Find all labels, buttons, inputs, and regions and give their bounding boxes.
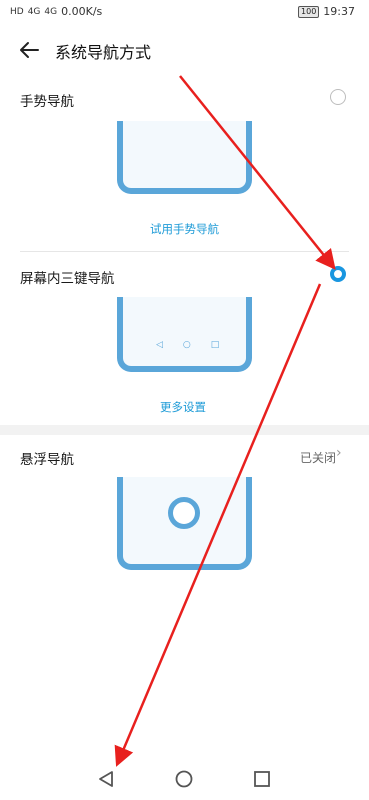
- mockup-back-icon: ◁: [156, 340, 163, 350]
- nav-back-button[interactable]: [92, 764, 122, 794]
- square-recent-icon: [254, 771, 270, 787]
- signal-icon-2: 4G: [44, 6, 58, 17]
- nav-recent-button[interactable]: [247, 764, 277, 794]
- three-key-nav-label: 屏幕内三键导航: [20, 271, 115, 287]
- circle-home-icon: [175, 770, 193, 788]
- arrow-left-icon: [20, 42, 39, 58]
- try-gesture-link[interactable]: 试用手势导航: [150, 221, 219, 237]
- status-bar-right: 100 19:37: [298, 5, 355, 18]
- gesture-nav-radio[interactable]: [330, 89, 346, 105]
- three-key-nav-radio[interactable]: [330, 266, 346, 282]
- network-speed: 0.00K/s: [61, 5, 103, 18]
- system-nav-bar: [0, 760, 369, 800]
- hd-icon: HD: [10, 6, 24, 17]
- floating-phone-mockup: [117, 477, 252, 570]
- signal-icon-1: 4G: [27, 6, 41, 17]
- status-bar: HD 4G 4G 0.00K/s 100 19:37: [0, 0, 369, 26]
- more-settings-link[interactable]: 更多设置: [160, 399, 206, 415]
- floating-nav-status: 已关闭: [300, 451, 337, 465]
- triangle-back-icon: [99, 771, 113, 787]
- clock: 19:37: [323, 5, 355, 18]
- back-button[interactable]: [16, 36, 44, 64]
- section-separator: [0, 425, 369, 435]
- page-title: 系统导航方式: [55, 43, 152, 62]
- floating-nav-label: 悬浮导航: [20, 452, 74, 468]
- mockup-recent-icon: □: [210, 340, 220, 350]
- divider: [20, 251, 349, 252]
- mockup-nav-buttons: ◁ ○ □: [156, 340, 219, 350]
- three-key-phone-mockup: ◁ ○ □: [117, 297, 252, 372]
- gesture-nav-label: 手势导航: [20, 94, 74, 110]
- mockup-home-icon: ○: [182, 340, 191, 350]
- gesture-phone-mockup: [117, 121, 252, 194]
- status-bar-left: HD 4G 4G 0.00K/s: [10, 5, 102, 18]
- nav-home-button[interactable]: [169, 764, 199, 794]
- floating-dot-icon: [168, 497, 200, 529]
- chevron-right-icon: ›: [336, 445, 342, 461]
- battery-icon: 100: [298, 5, 320, 18]
